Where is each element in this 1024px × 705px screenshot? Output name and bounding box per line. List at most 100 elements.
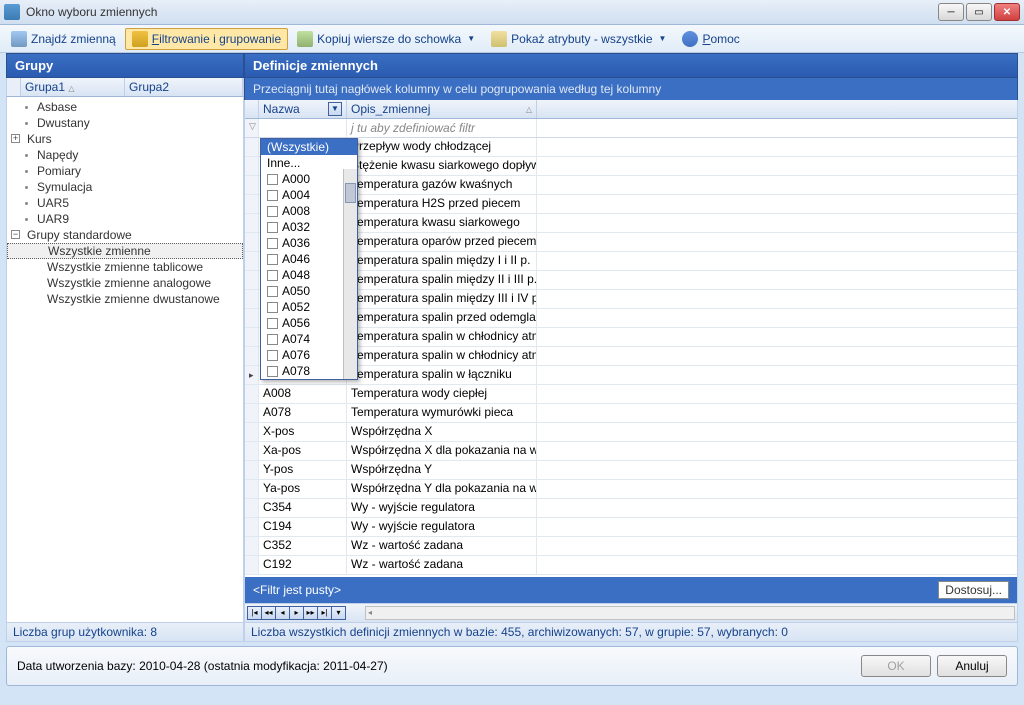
filter-option-label: A078	[282, 364, 310, 378]
checkbox-icon[interactable]	[267, 334, 278, 345]
horizontal-scrollbar[interactable]: ◂	[365, 606, 1015, 620]
copy-rows-button[interactable]: Kopiuj wiersze do schowka ▼	[290, 28, 482, 50]
checkbox-icon[interactable]	[267, 366, 278, 377]
table-row[interactable]: Xa-posWspółrzędna X dla pokazania na wyk…	[245, 442, 1017, 461]
customize-filter-button[interactable]: Dostosuj...	[938, 581, 1009, 599]
cell-opis: Temperatura wody ciepłej	[347, 385, 537, 403]
definitions-grid-body[interactable]: Przepływ wody chłodzącejStężenie kwasu s…	[245, 138, 1017, 577]
dropdown-scrollbar[interactable]	[343, 169, 357, 379]
checkbox-icon[interactable]	[267, 190, 278, 201]
table-row[interactable]: Temperatura spalin między I i II p.	[245, 252, 1017, 271]
tree-item[interactable]: Pomiary	[7, 163, 243, 179]
table-row[interactable]: Temperatura H2S przed piecem	[245, 195, 1017, 214]
checkbox-icon[interactable]	[267, 206, 278, 217]
checkbox-icon[interactable]	[267, 302, 278, 313]
filter-nazwa-cell[interactable]	[259, 119, 347, 137]
table-row[interactable]: C354Wy - wyjście regulatora	[245, 499, 1017, 518]
filter-option-label: A052	[282, 300, 310, 314]
table-row[interactable]: C194Wy - wyjście regulatora	[245, 518, 1017, 537]
cell-opis: Temperatura spalin w chłodnicy atm.	[347, 347, 537, 365]
definitions-columns: Nazwa ▼ Opis_zmiennej △	[245, 100, 1017, 119]
close-button[interactable]: ✕	[994, 3, 1020, 21]
table-row[interactable]: A078Temperatura wymurówki pieca	[245, 404, 1017, 423]
table-row[interactable]: Temperatura gazów kwaśnych	[245, 176, 1017, 195]
tree-item[interactable]: Napędy	[7, 147, 243, 163]
checkbox-icon[interactable]	[267, 286, 278, 297]
table-row[interactable]: Temperatura spalin przed odemglacz	[245, 309, 1017, 328]
nav-last-button[interactable]: ▸|	[317, 606, 332, 620]
table-row[interactable]: Temperatura oparów przed piecem	[245, 233, 1017, 252]
filter-option-label: A036	[282, 236, 310, 250]
find-variable-button[interactable]: Znajdź zmienną	[4, 28, 123, 50]
help-button[interactable]: Pomoc	[675, 28, 746, 50]
table-row[interactable]: Temperatura spalin między II i III p.	[245, 271, 1017, 290]
checkbox-icon[interactable]	[267, 318, 278, 329]
expand-icon[interactable]: +	[11, 134, 20, 143]
nav-first-button[interactable]: |◂	[247, 606, 262, 620]
cell-opis: Współrzędna X dla pokazania na wykr	[347, 442, 537, 460]
table-row[interactable]: Y-posWspółrzędna Y	[245, 461, 1017, 480]
nazwa-filter-dropdown[interactable]: (Wszystkie) Inne... A000A004A008A032A036…	[260, 138, 358, 380]
table-row[interactable]: Stężenie kwasu siarkowego dopływ.	[245, 157, 1017, 176]
nav-prev-button[interactable]: ◂	[275, 606, 290, 620]
nav-bookmark-button[interactable]: ▾	[331, 606, 346, 620]
tree-item[interactable]: Symulacja	[7, 179, 243, 195]
table-row[interactable]: Temperatura spalin między III i IV p.	[245, 290, 1017, 309]
filter-option-all[interactable]: (Wszystkie)	[261, 139, 357, 155]
tree-item[interactable]: +Kurs	[7, 131, 243, 147]
tree-item-label: Wszystkie zmienne dwustanowe	[47, 292, 220, 306]
checkbox-icon[interactable]	[267, 222, 278, 233]
row-indicator	[245, 271, 259, 289]
table-row[interactable]: Ya-posWspółrzędna Y dla pokazania na wyk…	[245, 480, 1017, 499]
ok-button[interactable]: OK	[861, 655, 931, 677]
checkbox-icon[interactable]	[267, 174, 278, 185]
table-row[interactable]: X-posWspółrzędna X	[245, 423, 1017, 442]
nav-next-page-button[interactable]: ▸▸	[303, 606, 318, 620]
nav-prev-page-button[interactable]: ◂◂	[261, 606, 276, 620]
table-row[interactable]: C192Wz - wartość zadana	[245, 556, 1017, 575]
table-row[interactable]: Przepływ wody chłodzącej	[245, 138, 1017, 157]
checkbox-icon[interactable]	[267, 350, 278, 361]
table-row[interactable]: A008Temperatura wody ciepłej	[245, 385, 1017, 404]
tree-item-label: Symulacja	[37, 180, 92, 194]
table-row[interactable]: Temperatura spalin w chłodnicy atm.	[245, 328, 1017, 347]
tree-item[interactable]: Wszystkie zmienne dwustanowe	[7, 291, 243, 307]
tree-item[interactable]: UAR5	[7, 195, 243, 211]
filter-empty-label: <Filtr jest pusty>	[253, 583, 341, 597]
cancel-button[interactable]: Anuluj	[937, 655, 1007, 677]
tree-item[interactable]: UAR9	[7, 211, 243, 227]
col-grupa2[interactable]: Grupa2	[125, 78, 243, 96]
table-row[interactable]: Temperatura kwasu siarkowego	[245, 214, 1017, 233]
tree-item[interactable]: −Grupy standardowe	[7, 227, 243, 243]
tree-item-label: Grupy standardowe	[27, 228, 132, 242]
tree-item[interactable]: Wszystkie zmienne	[7, 243, 243, 259]
nav-next-button[interactable]: ▸	[289, 606, 304, 620]
row-indicator	[245, 537, 259, 555]
table-row[interactable]: A056Temperatura spalin w łączniku	[245, 366, 1017, 385]
filter-dropdown-button[interactable]: ▼	[328, 102, 342, 116]
col-grupa1[interactable]: Grupa1 △	[21, 78, 125, 96]
tree-item[interactable]: Wszystkie zmienne tablicowe	[7, 259, 243, 275]
minimize-button[interactable]: ─	[938, 3, 964, 21]
maximize-button[interactable]: ▭	[966, 3, 992, 21]
tree-item-label: Wszystkie zmienne analogowe	[47, 276, 211, 290]
group-by-hint[interactable]: Przeciągnij tutaj nagłówek kolumny w cel…	[244, 78, 1018, 100]
checkbox-icon[interactable]	[267, 254, 278, 265]
groups-tree[interactable]: AsbaseDwustany+KursNapędyPomiarySymulacj…	[6, 97, 244, 623]
tree-item[interactable]: Dwustany	[7, 115, 243, 131]
col-opis[interactable]: Opis_zmiennej △	[347, 100, 537, 118]
row-indicator	[245, 195, 259, 213]
cell-nazwa: X-pos	[259, 423, 347, 441]
collapse-icon[interactable]: −	[11, 230, 20, 239]
cell-opis: Temperatura spalin w chłodnicy atm.	[347, 328, 537, 346]
table-row[interactable]: C352Wz - wartość zadana	[245, 537, 1017, 556]
tree-item[interactable]: Asbase	[7, 99, 243, 115]
checkbox-icon[interactable]	[267, 270, 278, 281]
filter-opis-cell[interactable]: j tu aby zdefiniować filtr	[347, 119, 537, 137]
show-attrs-button[interactable]: Pokaż atrybuty - wszystkie ▼	[484, 28, 673, 50]
table-row[interactable]: Temperatura spalin w chłodnicy atm.	[245, 347, 1017, 366]
filter-group-button[interactable]: Filtrowanie i grupowanie	[125, 28, 288, 50]
col-nazwa[interactable]: Nazwa ▼	[259, 100, 347, 118]
tree-item[interactable]: Wszystkie zmienne analogowe	[7, 275, 243, 291]
checkbox-icon[interactable]	[267, 238, 278, 249]
